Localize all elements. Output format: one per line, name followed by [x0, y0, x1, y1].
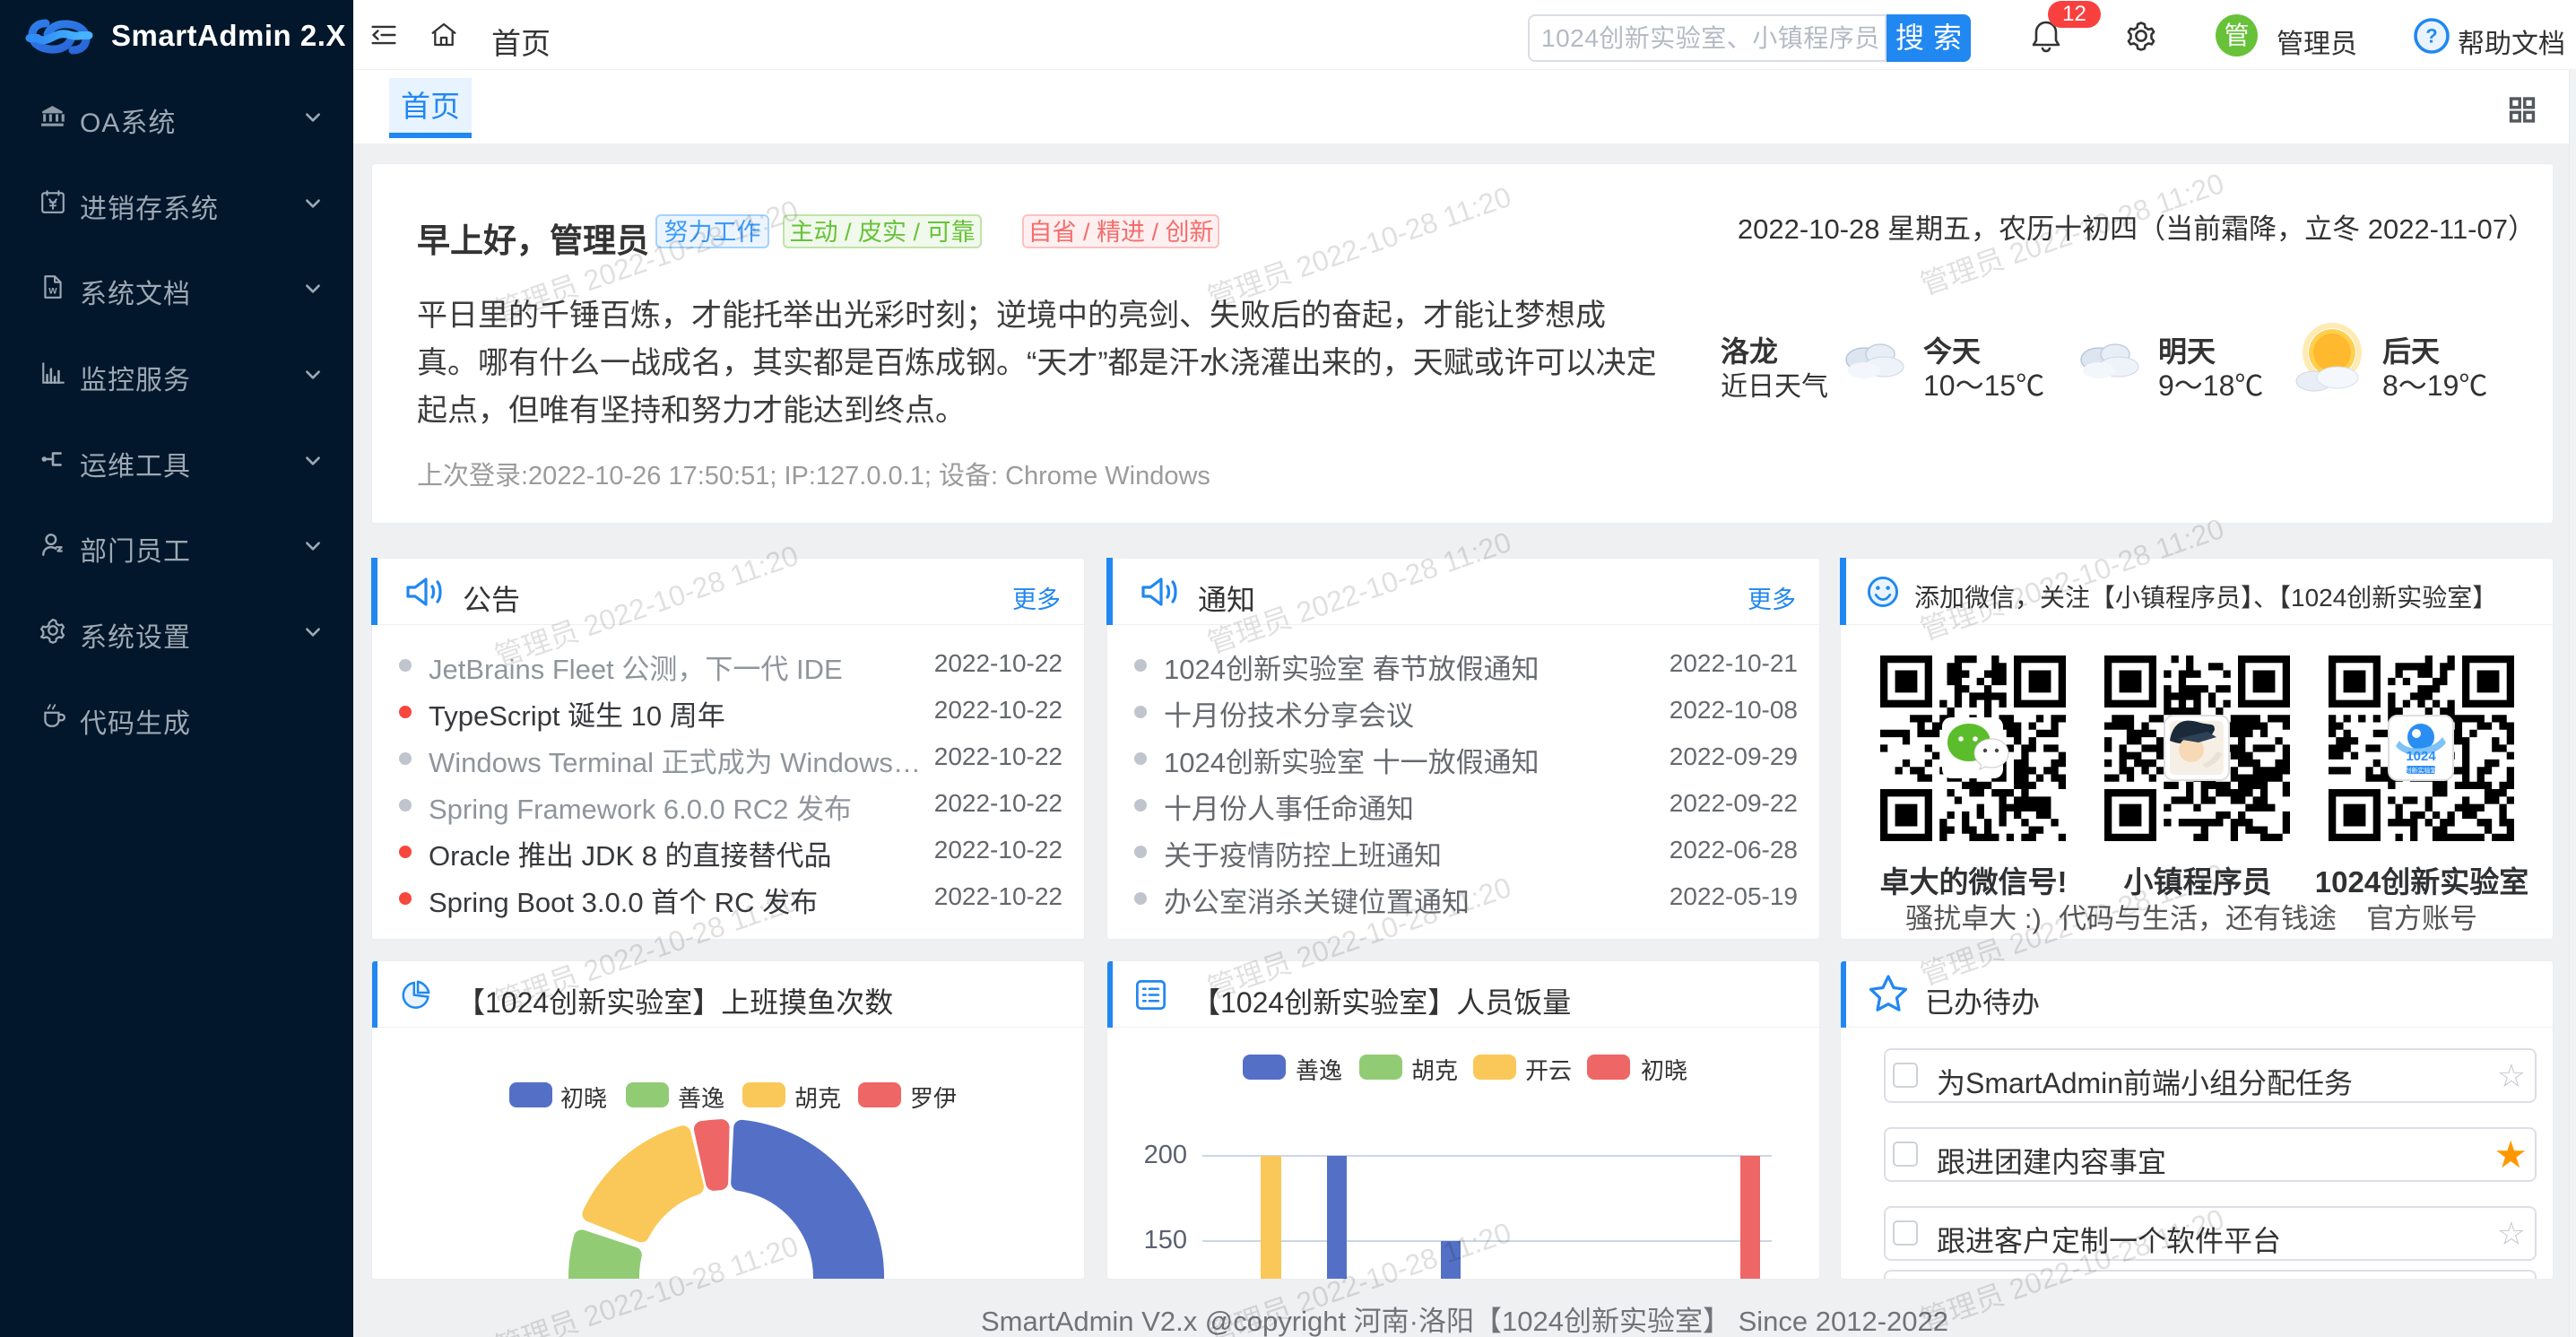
svg-text:w: w [48, 285, 57, 297]
svg-text:创新实验室: 创新实验室 [2406, 767, 2437, 775]
svg-text:1024: 1024 [2406, 749, 2436, 764]
svg-text:?: ? [2425, 25, 2437, 48]
